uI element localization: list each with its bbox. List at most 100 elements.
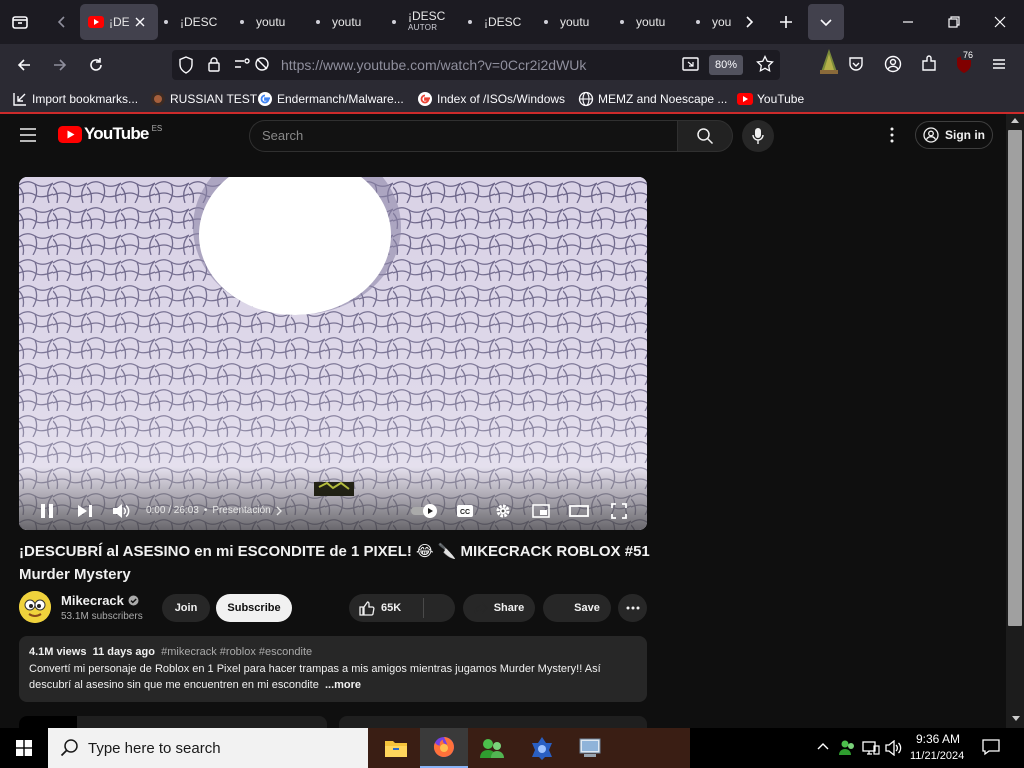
- taskbar-app-network[interactable]: [518, 728, 566, 768]
- account-icon[interactable]: [884, 55, 902, 73]
- tab-3[interactable]: youtu: [234, 4, 302, 40]
- chapter-title[interactable]: Presentación: [212, 505, 270, 516]
- tracking-protection-icon[interactable]: [178, 56, 194, 74]
- tab-6[interactable]: ¡DESC: [462, 4, 530, 40]
- search-button[interactable]: [677, 120, 733, 152]
- tab-indicator-icon: [164, 20, 168, 24]
- control-panel-icon: [579, 738, 601, 757]
- scroll-tabs-right-button[interactable]: [734, 4, 764, 40]
- zoom-reset-button[interactable]: 80%: [709, 55, 743, 75]
- save-button[interactable]: Save: [543, 594, 611, 622]
- settings-button[interactable]: [489, 501, 517, 521]
- avatar[interactable]: [19, 591, 51, 623]
- tab-8[interactable]: youtu: [614, 4, 682, 40]
- close-tab-icon[interactable]: [135, 17, 145, 27]
- tab-4[interactable]: youtu: [310, 4, 378, 40]
- notifications-button[interactable]: [982, 738, 1000, 756]
- network-app-icon: [532, 737, 552, 760]
- restore-button[interactable]: [936, 4, 972, 40]
- minimize-button[interactable]: [890, 4, 926, 40]
- settings-more-button[interactable]: [884, 126, 900, 144]
- permissions-icon[interactable]: [234, 57, 252, 71]
- theater-mode-button[interactable]: [565, 501, 593, 521]
- taskbar-firefox[interactable]: [420, 728, 468, 768]
- taskbar-app-people[interactable]: [468, 728, 516, 768]
- taskbar-app-control-panel[interactable]: [566, 728, 614, 768]
- tab-indicator-icon: [392, 20, 396, 24]
- firefox-view-button[interactable]: [2, 4, 38, 40]
- subtitles-button[interactable]: CC: [451, 501, 479, 521]
- picture-in-picture-icon[interactable]: [682, 56, 700, 72]
- search-placeholder: Search: [262, 128, 304, 143]
- pocket-icon[interactable]: [848, 56, 864, 72]
- restore-icon: [948, 16, 960, 28]
- taskbar-file-explorer[interactable]: [372, 728, 420, 768]
- bookmark-label: Index of /ISOs/Windows: [437, 92, 566, 106]
- tab-active[interactable]: ¡DE: [80, 4, 158, 40]
- show-more-link[interactable]: ...more: [325, 679, 361, 691]
- mute-button[interactable]: [107, 501, 135, 521]
- account-circle-icon: [923, 127, 939, 143]
- network-icon[interactable]: [862, 740, 880, 756]
- show-hidden-icons-button[interactable]: [816, 740, 830, 754]
- extensions-icon[interactable]: [920, 55, 938, 73]
- extension-tree-icon[interactable]: [818, 48, 840, 76]
- bookmark-index-isos[interactable]: Index of /ISOs/Windows: [417, 90, 565, 108]
- menu-icon[interactable]: [991, 56, 1007, 72]
- tab-indicator-icon: [696, 20, 700, 24]
- youtube-logo[interactable]: YouTube ES: [58, 124, 162, 144]
- bookmark-memz[interactable]: MEMZ and Noescape ...: [578, 90, 727, 108]
- more-actions-button[interactable]: [618, 594, 647, 622]
- tab-9[interactable]: you: [690, 4, 734, 40]
- start-button[interactable]: [0, 728, 48, 768]
- like-button[interactable]: 65K: [349, 600, 413, 616]
- autoplay-blocked-icon[interactable]: [254, 56, 270, 72]
- tab-subtitle: AUTOR: [408, 23, 438, 32]
- clock-time[interactable]: 9:36 AM: [916, 732, 960, 746]
- tab-7[interactable]: youtu: [538, 4, 606, 40]
- sign-in-button[interactable]: Sign in: [915, 121, 993, 149]
- bookmark-youtube[interactable]: YouTube: [737, 90, 804, 108]
- close-window-button[interactable]: [982, 4, 1018, 40]
- video-player[interactable]: 0:00 / 26:03 • Presentación CC: [19, 177, 647, 530]
- volume-icon[interactable]: [885, 740, 903, 756]
- forward-button[interactable]: [44, 49, 76, 81]
- scroll-down-arrow[interactable]: [1012, 716, 1020, 722]
- bookmark-import[interactable]: Import bookmarks...: [12, 90, 138, 108]
- thumbs-up-icon: [359, 601, 375, 616]
- dislike-button[interactable]: [424, 594, 455, 622]
- share-button[interactable]: Share: [463, 594, 535, 622]
- lock-icon[interactable]: [207, 56, 221, 72]
- hashtags[interactable]: #mikecrack #roblox #escondite: [161, 646, 312, 658]
- voice-search-button[interactable]: [742, 120, 774, 152]
- list-all-tabs-button[interactable]: [808, 4, 844, 40]
- url-host: https://www.youtube.com: [281, 57, 437, 73]
- miniplayer-button[interactable]: [527, 501, 555, 521]
- tray-people-icon[interactable]: [838, 738, 856, 756]
- google-icon: [258, 92, 272, 106]
- subscribe-button[interactable]: Subscribe: [216, 594, 292, 622]
- fullscreen-button[interactable]: [605, 501, 633, 521]
- clock-date[interactable]: 11/21/2024: [910, 750, 964, 762]
- autoplay-toggle[interactable]: [409, 501, 439, 521]
- next-video-button[interactable]: [71, 501, 99, 521]
- volume-icon: [113, 504, 130, 518]
- back-button[interactable]: [8, 49, 40, 81]
- scrollbar-thumb[interactable]: [1008, 130, 1022, 626]
- guide-menu-button[interactable]: [18, 126, 38, 144]
- search-icon: [60, 738, 80, 758]
- bookmark-russian-test[interactable]: RUSSIAN TEST: [150, 90, 257, 108]
- bookmark-endermanch[interactable]: Endermanch/Malware...: [257, 90, 404, 108]
- join-button[interactable]: Join: [162, 594, 210, 622]
- windows-logo-icon: [16, 740, 32, 756]
- reload-button[interactable]: [80, 49, 112, 81]
- search-input[interactable]: [249, 120, 678, 152]
- bookmark-star-icon[interactable]: [756, 55, 774, 73]
- play-pause-button[interactable]: [33, 501, 61, 521]
- url-text[interactable]: https://www.youtube.com/watch?v=0Ccr2i2d…: [281, 57, 586, 73]
- tab-2[interactable]: ¡DESC: [158, 4, 226, 40]
- scroll-tabs-left-button[interactable]: [44, 4, 80, 40]
- tab-5[interactable]: ¡DESC AUTOR: [386, 4, 454, 40]
- new-tab-button[interactable]: [768, 4, 804, 40]
- channel-name[interactable]: Mikecrack: [61, 593, 139, 608]
